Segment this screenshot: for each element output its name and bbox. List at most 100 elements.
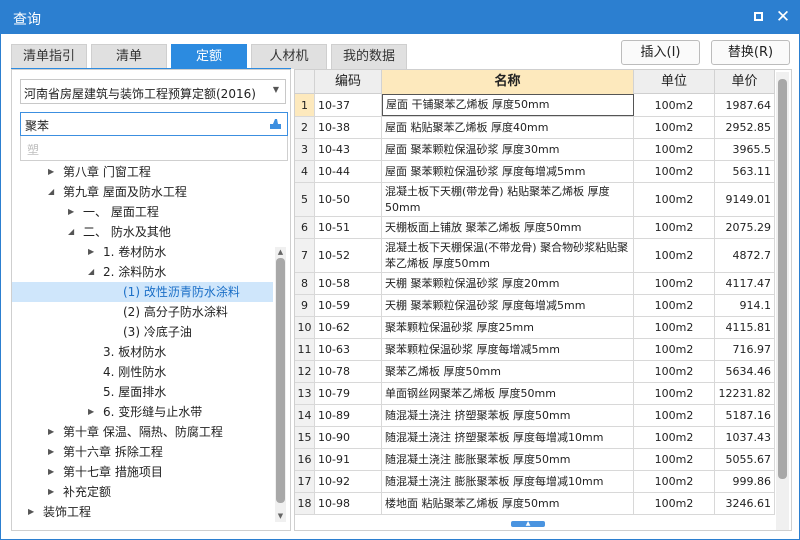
row-name: 天棚 聚苯颗粒保温砂浆 厚度20mm — [382, 273, 634, 294]
tree-expand-icon[interactable]: ▶ — [48, 162, 54, 182]
tree-node-chapter17[interactable]: ▶ 第十七章 措施项目 — [12, 462, 273, 482]
table-row[interactable]: 11 10-63 聚苯颗粒保温砂浆 厚度每增减5mm 100m2 716.97 — [295, 339, 775, 361]
table-row[interactable]: 6 10-51 天棚板面上铺放 聚苯乙烯板 厚度50mm 100m2 2075.29 — [295, 217, 775, 239]
table-row[interactable]: 5 10-50 混凝土板下天棚(带龙骨) 粘贴聚苯乙烯板 厚度50mm 100m2 91… — [295, 183, 775, 217]
tree-node-chapter16[interactable]: ▶ 第十六章 拆除工程 — [12, 442, 273, 462]
tree-expand-icon[interactable]: ▶ — [28, 502, 34, 522]
maximize-icon — [754, 12, 763, 21]
table-row[interactable]: 14 10-89 随混凝土浇注 挤塑聚苯板 厚度50mm 100m2 5187.16 — [295, 405, 775, 427]
library-select[interactable]: 河南省房屋建筑与装饰工程预算定额(2016) ▼ — [20, 79, 286, 104]
tree-scrollbar[interactable]: ▲ ▼ — [275, 247, 286, 522]
row-code: 10-91 — [315, 449, 382, 470]
row-number: 10 — [295, 317, 315, 338]
table-row[interactable]: 16 10-91 随混凝土浇注 膨胀聚苯板 厚度50mm 100m2 5055.67 — [295, 449, 775, 471]
header-unit[interactable]: 单位 — [634, 70, 715, 94]
tree-collapse-icon[interactable]: ◢ — [48, 182, 54, 202]
tree-expand-icon[interactable]: ▶ — [48, 442, 54, 462]
tree-node-supplement[interactable]: ▶ 补充定额 — [12, 482, 273, 502]
tree-expand-icon[interactable]: ▶ — [48, 422, 54, 442]
title-bar[interactable]: 查询 ✕ — [1, 1, 799, 34]
header-price[interactable]: 单价 — [715, 70, 775, 94]
tree-expand-icon[interactable]: ▶ — [88, 402, 94, 422]
tree-node-drainage[interactable]: 5. 屋面排水 — [12, 382, 273, 402]
insert-button[interactable]: 插入(I) — [621, 40, 700, 65]
tree-node-roof[interactable]: ▶ 一、 屋面工程 — [12, 202, 273, 222]
row-unit: 100m2 — [634, 361, 715, 382]
scroll-down-icon[interactable]: ▼ — [275, 512, 286, 520]
tree-node-label: 第八章 门窗工程 — [63, 165, 151, 179]
table-scrollbar-thumb[interactable] — [778, 79, 787, 479]
row-price: 4117.47 — [715, 273, 775, 294]
row-code: 10-43 — [315, 139, 382, 160]
tree-node-label: (1) 改性沥青防水涂料 — [123, 285, 240, 299]
tree-node-chapter8[interactable]: ▶ 第八章 门窗工程 — [12, 162, 273, 182]
row-price: 1987.64 — [715, 94, 775, 116]
tab-list-guide[interactable]: 清单指引 — [11, 44, 87, 69]
tab-my-data[interactable]: 我的数据 — [331, 44, 407, 69]
tree-node-rigid[interactable]: 4. 刚性防水 — [12, 362, 273, 382]
table-row[interactable]: 12 10-78 聚苯乙烯板 厚度50mm 100m2 5634.46 — [295, 361, 775, 383]
table-row[interactable]: 10 10-62 聚苯颗粒保温砂浆 厚度25mm 100m2 4115.81 — [295, 317, 775, 339]
resize-handle-icon[interactable]: ▲ — [511, 521, 545, 527]
row-number-text: 2 — [301, 121, 308, 134]
row-number-text: 3 — [301, 143, 308, 156]
table-row[interactable]: 8 10-58 天棚 聚苯颗粒保温砂浆 厚度20mm 100m2 4117.47 — [295, 273, 775, 295]
table-row[interactable]: 4 10-44 屋面 聚苯颗粒保温砂浆 厚度每增减5mm 100m2 563.11 — [295, 161, 775, 183]
table-row[interactable]: 3 10-43 屋面 聚苯颗粒保温砂浆 厚度30mm 100m2 3965.5 — [295, 139, 775, 161]
table-row[interactable]: 15 10-90 随混凝土浇注 挤塑聚苯板 厚度每增减10mm 100m2 1037.4… — [295, 427, 775, 449]
search-suggestion[interactable]: 塑 — [20, 136, 288, 161]
tree-node-joints[interactable]: ▶ 6. 变形缝与止水带 — [12, 402, 273, 422]
row-price: 1037.43 — [715, 427, 775, 448]
row-price-text: 4117.47 — [725, 277, 772, 290]
search-clear-icon[interactable] — [269, 118, 282, 130]
table-row[interactable]: 2 10-38 屋面 粘贴聚苯乙烯板 厚度40mm 100m2 2952.85 — [295, 117, 775, 139]
header-name[interactable]: 名称 — [382, 70, 634, 94]
table-row[interactable]: 1 10-37 屋面 干铺聚苯乙烯板 厚度50mm 100m2 1987.64 — [295, 94, 775, 117]
row-code-text: 10-44 — [318, 165, 350, 178]
header-code[interactable]: 编码 — [315, 70, 382, 94]
row-unit: 100m2 — [634, 405, 715, 426]
tree-scrollbar-thumb[interactable] — [276, 258, 285, 503]
replace-button[interactable]: 替换(R) — [711, 40, 790, 65]
tree-node-waterproof[interactable]: ◢ 二、 防水及其他 — [12, 222, 273, 242]
tree-expand-icon[interactable]: ▶ — [88, 242, 94, 262]
table-row[interactable]: 18 10-98 楼地面 粘贴聚苯乙烯板 厚度50mm 100m2 3246.61 — [295, 493, 775, 515]
row-name-text: 混凝土板下天棚(带龙骨) 粘贴聚苯乙烯板 厚度50mm — [385, 184, 610, 214]
table-row[interactable]: 7 10-52 混凝土板下天棚保温(不带龙骨) 聚合物砂浆粘贴聚苯乙烯板 厚度50m… — [295, 239, 775, 273]
table-row[interactable]: 13 10-79 单面钢丝网聚苯乙烯板 厚度50mm 100m2 12231.82 — [295, 383, 775, 405]
table-row[interactable]: 9 10-59 天棚 聚苯颗粒保温砂浆 厚度每增减5mm 100m2 914.1 — [295, 295, 775, 317]
row-code-text: 10-92 — [318, 475, 350, 488]
search-input[interactable]: 聚苯 — [20, 112, 288, 136]
tree-expand-icon[interactable]: ▶ — [48, 462, 54, 482]
scroll-up-icon[interactable]: ▲ — [275, 248, 286, 256]
row-unit: 100m2 — [634, 339, 715, 360]
tab-labor-material[interactable]: 人材机 — [251, 44, 327, 69]
tree-node-modified-asphalt[interactable]: (1) 改性沥青防水涂料 — [12, 282, 273, 302]
table-row[interactable]: 17 10-92 随混凝土浇注 膨胀聚苯板 厚度每增减10mm 100m2 999.86 — [295, 471, 775, 493]
tree-node-decoration[interactable]: ▶ 装饰工程 — [12, 502, 273, 522]
tree-node-cold-primer[interactable]: (3) 冷底子油 — [12, 322, 273, 342]
maximize-button[interactable] — [751, 9, 767, 25]
tree-node-membrane[interactable]: ▶ 1. 卷材防水 — [12, 242, 273, 262]
table-scrollbar[interactable] — [776, 72, 789, 530]
row-name: 屋面 粘贴聚苯乙烯板 厚度40mm — [382, 117, 634, 138]
close-button[interactable]: ✕ — [775, 9, 791, 26]
tree-expand-icon[interactable]: ▶ — [68, 202, 74, 222]
row-price-text: 4115.81 — [725, 321, 772, 334]
tree-node-sheet[interactable]: 3. 板材防水 — [12, 342, 273, 362]
row-number: 7 — [295, 239, 315, 272]
tree-node-coating[interactable]: ◢ 2. 涂料防水 — [12, 262, 273, 282]
row-number: 18 — [295, 493, 315, 514]
row-code-text: 10-79 — [318, 387, 350, 400]
tree-collapse-icon[interactable]: ◢ — [88, 262, 94, 282]
tree-collapse-icon[interactable]: ◢ — [68, 222, 74, 242]
tree-node-chapter10[interactable]: ▶ 第十章 保温、隔热、防腐工程 — [12, 422, 273, 442]
row-price-text: 563.11 — [732, 165, 772, 178]
tree-node-polymer-coating[interactable]: (2) 高分子防水涂料 — [12, 302, 273, 322]
row-name: 聚苯乙烯板 厚度50mm — [382, 361, 634, 382]
tree-node-chapter9[interactable]: ◢ 第九章 屋面及防水工程 — [12, 182, 273, 202]
library-select-value: 河南省房屋建筑与装饰工程预算定额(2016) — [24, 87, 256, 101]
tree-expand-icon[interactable]: ▶ — [48, 482, 54, 502]
tab-quota[interactable]: 定额 — [171, 44, 247, 69]
tab-list[interactable]: 清单 — [91, 44, 167, 69]
